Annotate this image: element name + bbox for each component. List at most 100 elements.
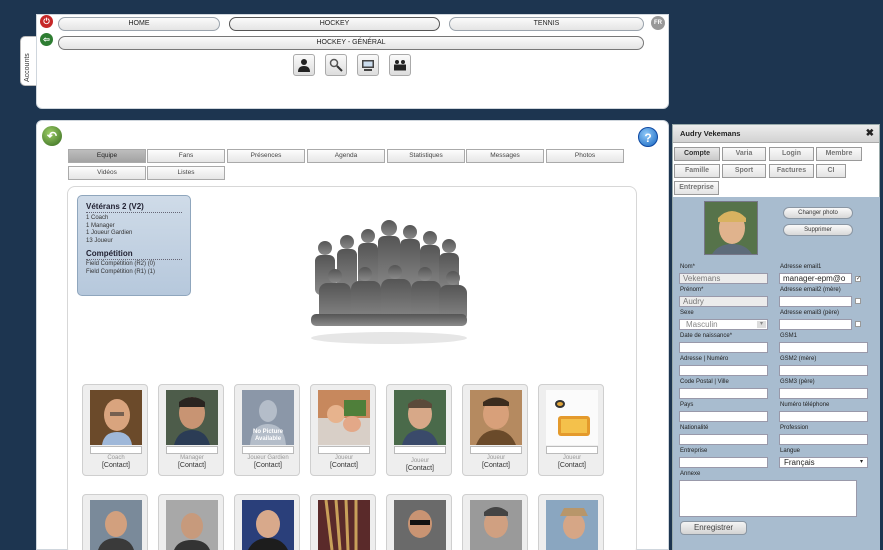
tab-fans[interactable]: Fans	[147, 149, 225, 163]
tab-famille[interactable]: Famille	[674, 164, 720, 178]
member-card[interactable]: Joueur [Contact]	[462, 384, 528, 476]
member-photo[interactable]	[394, 500, 446, 550]
member-contact-link[interactable]: [Contact]	[235, 462, 301, 469]
language-badge[interactable]: FR	[651, 16, 665, 30]
annexe-textarea[interactable]	[679, 480, 857, 517]
member-photo[interactable]	[546, 390, 598, 445]
company-field[interactable]	[679, 457, 768, 468]
member-contact-link[interactable]: [Contact]	[159, 462, 225, 469]
member-photo[interactable]	[166, 500, 218, 550]
member-card[interactable]: Joueur [Contact]	[538, 384, 604, 476]
person-icon[interactable]	[293, 54, 315, 76]
member-contact-link[interactable]: [Contact]	[311, 462, 377, 469]
email3-field[interactable]	[779, 319, 852, 330]
member-photo[interactable]	[546, 500, 598, 550]
prenom-field[interactable]: Audry	[679, 296, 768, 307]
tab-compte[interactable]: Compte	[674, 147, 720, 161]
tab-presences[interactable]: Présences	[227, 149, 305, 163]
help-icon[interactable]: ?	[638, 127, 658, 147]
close-icon[interactable]: ✖	[866, 125, 874, 143]
competition-item[interactable]: Field Compétition (R2) (0)	[86, 261, 182, 269]
no-picture-placeholder[interactable]: No Picture Available	[242, 390, 294, 445]
country-field[interactable]	[679, 411, 768, 422]
member-card[interactable]	[386, 494, 452, 550]
tab-messages[interactable]: Messages	[466, 149, 544, 163]
tab-membre[interactable]: Membre	[816, 147, 862, 161]
nav-hockey-general[interactable]: HOCKEY - GÉNÉRAL	[58, 36, 644, 50]
search-icon[interactable]	[325, 54, 347, 76]
tab-videos[interactable]: Vidéos	[68, 166, 146, 180]
member-photo[interactable]	[242, 500, 294, 550]
tab-varia[interactable]: Varia	[722, 147, 766, 161]
email2-label: Adresse email2 (mère)	[780, 287, 841, 293]
nav-home[interactable]: HOME	[58, 17, 220, 31]
tab-factures[interactable]: Factures	[769, 164, 814, 178]
member-photo[interactable]	[470, 390, 522, 445]
profession-field[interactable]	[779, 434, 868, 445]
accounts-side-tab[interactable]: Accounts	[20, 36, 37, 86]
member-photo[interactable]	[470, 500, 522, 550]
email3-checkbox[interactable]	[855, 321, 861, 327]
competition-item[interactable]: Field Compétition (R1) (1)	[86, 269, 182, 277]
group-icon[interactable]	[389, 54, 411, 76]
tab-photos[interactable]: Photos	[546, 149, 624, 163]
member-card[interactable]: Coach [Contact]	[82, 384, 148, 476]
postal-city-field[interactable]	[679, 388, 768, 399]
member-photo[interactable]	[90, 500, 142, 550]
naissance-label: Date de naissance*	[680, 333, 733, 339]
member-photo[interactable]	[394, 390, 446, 445]
member-card[interactable]	[82, 494, 148, 550]
telephone-field[interactable]	[779, 411, 868, 422]
member-card[interactable]	[462, 494, 528, 550]
email1-checkbox[interactable]: ✓	[855, 276, 861, 282]
member-card[interactable]: Joueur [Contact]	[310, 384, 376, 476]
member-card[interactable]: No Picture Available Joueur Gardien [Con…	[234, 384, 300, 476]
gsm1-field[interactable]	[779, 342, 868, 353]
sexe-select[interactable]: Masculin ▾	[679, 319, 768, 330]
gsm2-field[interactable]	[779, 365, 868, 376]
nationality-field[interactable]	[679, 434, 768, 445]
nom-field[interactable]: Vekemans	[679, 273, 768, 284]
tab-sport[interactable]: Sport	[722, 164, 766, 178]
tab-login[interactable]: Login	[769, 147, 814, 161]
member-contact-link[interactable]: [Contact]	[463, 462, 529, 469]
member-card[interactable]: Manager [Contact]	[158, 384, 224, 476]
save-button[interactable]: Enregistrer	[680, 521, 747, 535]
nav-hockey[interactable]: HOCKEY	[229, 17, 440, 31]
member-photo[interactable]	[90, 390, 142, 445]
email2-field[interactable]	[779, 296, 852, 307]
tab-agenda[interactable]: Agenda	[307, 149, 385, 163]
email2-checkbox[interactable]	[855, 298, 861, 304]
nav-tennis[interactable]: TENNIS	[449, 17, 644, 31]
member-card[interactable]	[310, 494, 376, 550]
langue-select[interactable]: Français ▾	[779, 457, 868, 468]
power-icon[interactable]: ⏻	[40, 15, 53, 28]
member-card[interactable]: Joueur [Contact]	[386, 384, 452, 476]
birthdate-field[interactable]	[679, 342, 768, 353]
member-contact-link[interactable]: [Contact]	[83, 462, 149, 469]
member-contact-link[interactable]: [Contact]	[539, 462, 605, 469]
tab-entreprise[interactable]: Entreprise	[674, 181, 719, 195]
gsm3-label: GSM3 (père)	[780, 379, 815, 385]
member-contact-link[interactable]: [Contact]	[387, 465, 453, 472]
tab-ci[interactable]: CI	[816, 164, 846, 178]
member-photo[interactable]	[318, 390, 370, 445]
member-card[interactable]	[234, 494, 300, 550]
logout-icon[interactable]: ⇦	[40, 33, 53, 46]
tab-listes[interactable]: Listes	[147, 166, 225, 180]
member-card[interactable]	[158, 494, 224, 550]
delete-photo-button[interactable]: Supprimer	[783, 224, 853, 236]
member-card[interactable]	[538, 494, 604, 550]
change-photo-button[interactable]: Changer photo	[783, 207, 853, 219]
member-role: Joueur	[486, 455, 506, 461]
sexe-label: Sexe	[680, 310, 694, 316]
member-photo[interactable]	[166, 390, 218, 445]
email1-field[interactable]: manager-epm@o	[779, 273, 852, 284]
tab-statistiques[interactable]: Statistiques	[387, 149, 465, 163]
gsm3-field[interactable]	[779, 388, 868, 399]
address-field[interactable]	[679, 365, 768, 376]
member-photo[interactable]	[318, 500, 370, 550]
monitor-icon[interactable]	[357, 54, 379, 76]
back-arrow-icon[interactable]: ↶	[42, 126, 62, 146]
tab-equipe[interactable]: Equipe	[68, 149, 146, 163]
